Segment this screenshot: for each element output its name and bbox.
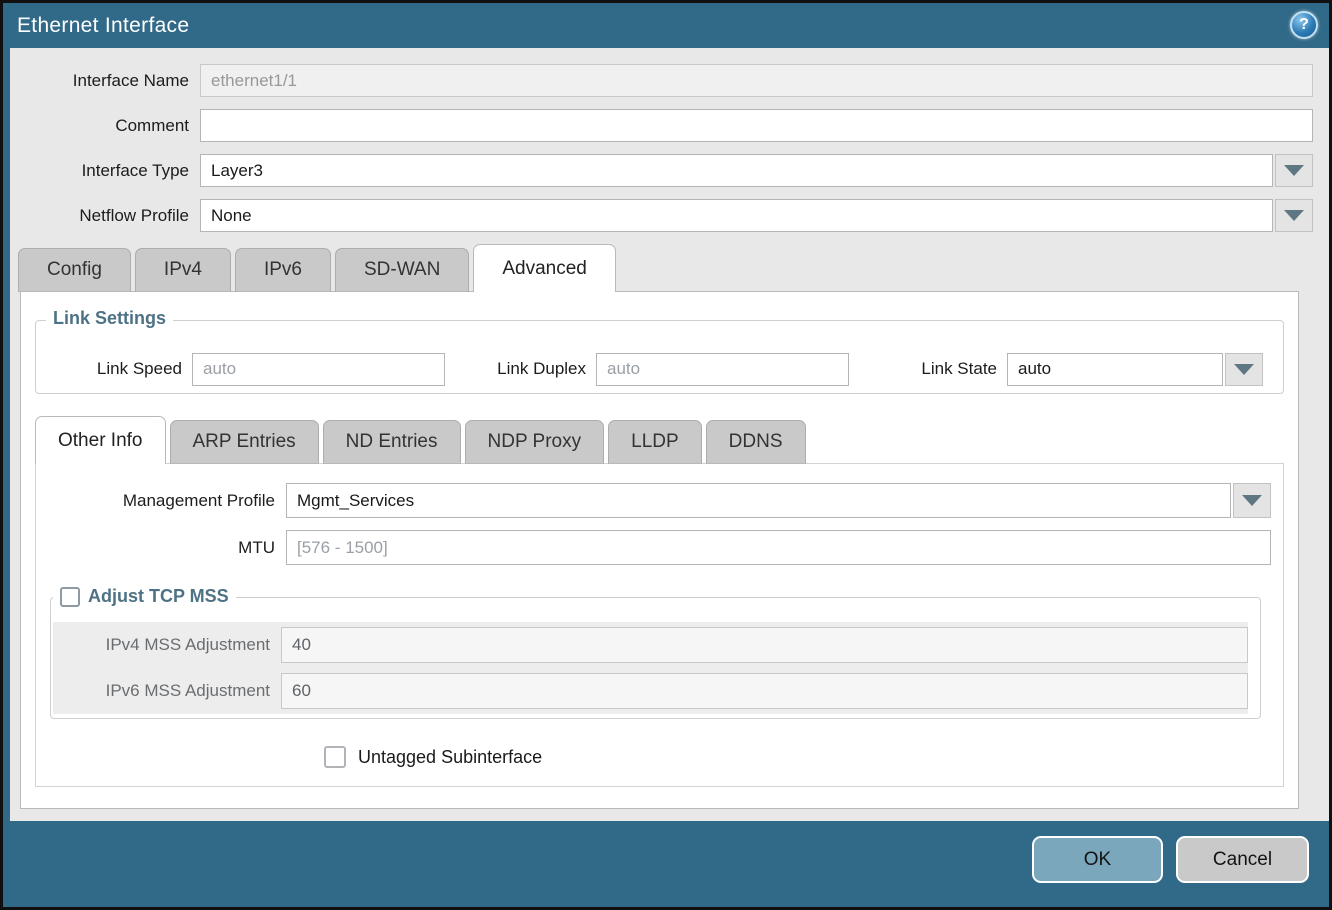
link-state-label: Link State <box>911 359 1007 379</box>
untagged-subinterface-row: Untagged Subinterface <box>324 746 1271 768</box>
tab-lldp[interactable]: LLDP <box>608 420 702 464</box>
interface-type-label: Interface Type <box>10 161 200 181</box>
comment-row: Comment <box>10 109 1313 142</box>
interface-type-select[interactable] <box>200 154 1273 187</box>
ethernet-interface-dialog: Ethernet Interface ? Interface Name Comm… <box>0 0 1332 910</box>
management-profile-select[interactable] <box>286 483 1231 518</box>
netflow-profile-select[interactable] <box>200 199 1273 232</box>
link-duplex-field[interactable] <box>596 353 849 386</box>
link-state-dropdown-button[interactable] <box>1225 353 1263 386</box>
tab-config[interactable]: Config <box>18 248 131 292</box>
advanced-tab-panel: Link Settings Link Speed Link Duplex Lin… <box>20 291 1299 809</box>
dialog-titlebar: Ethernet Interface ? <box>3 3 1329 48</box>
tab-arp-entries[interactable]: ARP Entries <box>170 420 319 464</box>
management-profile-dropdown-button[interactable] <box>1233 483 1271 518</box>
link-settings-fieldset: Link Settings Link Speed Link Duplex Lin… <box>35 320 1284 394</box>
tab-ndp-proxy[interactable]: NDP Proxy <box>465 420 605 464</box>
tab-sd-wan[interactable]: SD-WAN <box>335 248 469 292</box>
link-speed-field[interactable] <box>192 353 445 386</box>
tab-nd-entries[interactable]: ND Entries <box>323 420 461 464</box>
adjust-tcp-mss-fieldset: Adjust TCP MSS IPv4 MSS Adjustment IPv6 … <box>50 597 1261 719</box>
mtu-label: MTU <box>36 538 286 558</box>
netflow-profile-row: Netflow Profile <box>10 199 1313 232</box>
ipv4-mss-row: IPv4 MSS Adjustment <box>53 627 1248 663</box>
adjust-tcp-mss-checkbox[interactable] <box>60 587 80 607</box>
link-speed-label: Link Speed <box>52 359 192 379</box>
ipv6-mss-row: IPv6 MSS Adjustment <box>53 673 1248 709</box>
comment-field[interactable] <box>200 109 1313 142</box>
dialog-title: Ethernet Interface <box>17 14 189 38</box>
main-tab-bar: Config IPv4 IPv6 SD-WAN Advanced <box>10 244 1313 292</box>
comment-label: Comment <box>10 116 200 136</box>
tab-other-info[interactable]: Other Info <box>35 416 166 464</box>
netflow-profile-label: Netflow Profile <box>10 206 200 226</box>
management-profile-label: Management Profile <box>36 491 286 511</box>
chevron-down-icon <box>1284 210 1304 221</box>
link-duplex-label: Link Duplex <box>493 359 596 379</box>
interface-type-dropdown-button[interactable] <box>1275 154 1313 187</box>
interface-type-row: Interface Type <box>10 154 1313 187</box>
netflow-profile-dropdown-button[interactable] <box>1275 199 1313 232</box>
adjust-tcp-mss-legend: Adjust TCP MSS <box>53 586 236 607</box>
ipv6-mss-field <box>281 673 1248 709</box>
mtu-field[interactable] <box>286 530 1271 565</box>
mtu-row: MTU <box>36 530 1271 565</box>
tab-ddns[interactable]: DDNS <box>706 420 806 464</box>
chevron-down-icon <box>1284 165 1304 176</box>
cancel-button[interactable]: Cancel <box>1176 836 1309 883</box>
interface-name-row: Interface Name <box>10 64 1313 97</box>
untagged-subinterface-checkbox[interactable] <box>324 746 346 768</box>
dialog-footer: OK Cancel <box>3 821 1329 908</box>
tab-advanced[interactable]: Advanced <box>473 244 616 292</box>
link-settings-legend: Link Settings <box>46 308 173 329</box>
chevron-down-icon <box>1242 495 1262 506</box>
ipv6-mss-label: IPv6 MSS Adjustment <box>53 681 281 701</box>
tab-ipv6[interactable]: IPv6 <box>235 248 331 292</box>
management-profile-row: Management Profile <box>36 483 1271 518</box>
chevron-down-icon <box>1234 364 1254 375</box>
tab-ipv4[interactable]: IPv4 <box>135 248 231 292</box>
help-icon[interactable]: ? <box>1290 11 1318 39</box>
ok-button[interactable]: OK <box>1032 836 1163 883</box>
dialog-body: Interface Name Comment Interface Type Ne… <box>3 48 1329 821</box>
link-state-select[interactable] <box>1007 353 1223 386</box>
adjust-tcp-mss-legend-text: Adjust TCP MSS <box>88 586 229 607</box>
untagged-subinterface-label: Untagged Subinterface <box>358 747 542 768</box>
interface-name-label: Interface Name <box>10 71 200 91</box>
mss-disabled-panel: IPv4 MSS Adjustment IPv6 MSS Adjustment <box>53 622 1248 714</box>
ipv4-mss-label: IPv4 MSS Adjustment <box>53 635 281 655</box>
ipv4-mss-field <box>281 627 1248 663</box>
sub-tab-bar: Other Info ARP Entries ND Entries NDP Pr… <box>35 415 1284 464</box>
interface-name-field <box>200 64 1313 97</box>
other-info-panel: Management Profile MTU <box>35 463 1284 787</box>
